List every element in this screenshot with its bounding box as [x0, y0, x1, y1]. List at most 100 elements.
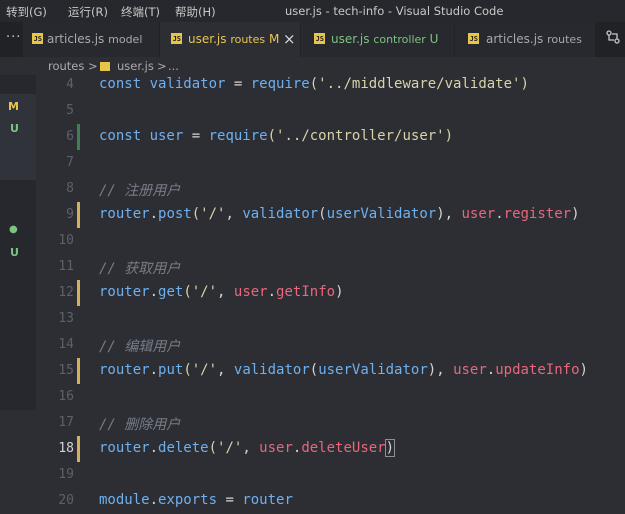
code-token: ('/': [191, 206, 226, 222]
tab-description: routes: [547, 33, 582, 46]
code-line[interactable]: 9 router.post('/', validator(userValidato…: [36, 202, 625, 228]
line-number: 16: [58, 389, 74, 404]
line-number: 12: [58, 285, 74, 300]
code-line[interactable]: 16: [36, 384, 625, 410]
breadcrumb-more[interactable]: ...: [168, 59, 179, 73]
menu-run[interactable]: 运行(R): [68, 4, 108, 20]
code-token: ,: [225, 206, 243, 222]
line-number: 6: [66, 129, 74, 144]
tab-user-controller[interactable]: JS user.js controller U: [301, 22, 454, 57]
dot-marker: ●: [9, 224, 18, 235]
code-token: .: [267, 284, 277, 300]
line-number: 14: [58, 337, 74, 352]
code-token: ('../middleware/validate'): [309, 76, 529, 92]
code-token: ): [571, 206, 580, 222]
code-token: validator: [233, 362, 310, 378]
code-editor[interactable]: 4 const validator = require('../middlewar…: [36, 72, 625, 508]
code-token: exports: [158, 492, 218, 508]
code-token: .: [149, 206, 159, 222]
code-token: userValidator: [326, 206, 437, 222]
code-token: ,: [217, 362, 234, 378]
code-token: router: [99, 440, 150, 456]
tab-filename: articles.js: [47, 32, 105, 46]
code-line[interactable]: 8 // 注册用户: [36, 176, 625, 202]
code-text: // 删除用户: [99, 414, 180, 434]
code-line[interactable]: 11 // 获取用户: [36, 254, 625, 280]
js-file-icon: JS: [32, 33, 43, 44]
code-token: const: [99, 76, 150, 92]
menu-goto[interactable]: 转到(G): [6, 4, 47, 20]
code-token: const: [99, 128, 150, 144]
code-line[interactable]: 6 const user = require('../controller/use…: [36, 124, 625, 150]
code-line[interactable]: 10: [36, 228, 625, 254]
code-token: require: [208, 128, 268, 144]
code-line[interactable]: 5: [36, 98, 625, 124]
tab-user-routes[interactable]: JS user.js routes M ×: [160, 22, 300, 57]
code-token: .: [149, 362, 159, 378]
code-token: // 删除用户: [99, 417, 181, 433]
menu-help[interactable]: 帮助(H): [175, 4, 216, 20]
line-number: 8: [66, 181, 74, 196]
modified-line-indicator: [77, 436, 80, 462]
tab-articles-model[interactable]: JS articles.js model: [23, 22, 159, 57]
title-bar: 转到(G) 运行(R) 终端(T) 帮助(H) user.js - tech-i…: [0, 0, 625, 22]
line-number: 4: [66, 77, 74, 92]
tab-filename: user.js: [331, 32, 370, 46]
code-text: const validator = require('../middleware…: [99, 76, 529, 92]
breadcrumb-folder[interactable]: routes: [48, 59, 84, 73]
line-number: 13: [58, 311, 74, 326]
code-line[interactable]: 17 // 删除用户: [36, 410, 625, 436]
code-line[interactable]: 14 // 编辑用户: [36, 332, 625, 358]
breadcrumb-file[interactable]: user.js: [117, 59, 154, 73]
code-token: ): [335, 284, 344, 300]
line-number: 17: [58, 415, 74, 430]
code-text: // 注册用户: [99, 180, 180, 200]
breadcrumb-separator: >: [88, 59, 98, 73]
code-line[interactable]: 13: [36, 306, 625, 332]
code-text: const user = require('../controller/user…: [99, 128, 453, 144]
code-token: .: [292, 440, 302, 456]
tab-description: routes: [230, 33, 266, 46]
code-token: get: [158, 284, 184, 300]
code-line[interactable]: 15 router.put('/', validator(userValidato…: [36, 358, 625, 384]
code-line[interactable]: 12 router.get('/', user.getInfo): [36, 280, 625, 306]
tab-articles-routes[interactable]: JS articles.js routes: [455, 22, 595, 57]
tab-description: controller: [373, 33, 426, 46]
close-tab-icon[interactable]: ×: [283, 30, 296, 48]
code-text: router.post('/', validator(userValidator…: [99, 206, 580, 222]
line-number: 5: [66, 103, 74, 118]
tab-filename: articles.js: [486, 32, 544, 46]
breadcrumb-separator: >: [157, 59, 167, 73]
more-actions-icon[interactable]: ···: [6, 30, 21, 45]
code-token: require: [250, 76, 310, 92]
source-control-compare-icon[interactable]: [606, 30, 620, 48]
line-number: 7: [66, 155, 74, 170]
code-token: .: [149, 440, 159, 456]
line-number: 9: [66, 207, 74, 222]
code-token: ): [579, 362, 588, 378]
breadcrumb: routes > user.js > ...: [0, 57, 625, 75]
code-token: .: [486, 362, 496, 378]
code-token: updateInfo: [495, 362, 580, 378]
code-token: deleteUser: [301, 440, 386, 456]
code-token: .: [495, 206, 504, 222]
menu-terminal[interactable]: 终端(T): [121, 4, 160, 20]
code-text: router.delete('/', user.deleteUser): [99, 439, 396, 457]
editor-tabs: ··· JS articles.js model JS user.js rout…: [0, 22, 625, 57]
code-token: ('/': [208, 440, 243, 456]
code-line[interactable]: 20 module.exports = router: [36, 488, 625, 514]
code-token: user: [259, 440, 293, 456]
code-token: register: [503, 206, 572, 222]
explorer-git-gutter: M U ● U: [0, 75, 36, 410]
code-line[interactable]: 19: [36, 462, 625, 488]
code-line[interactable]: 7: [36, 150, 625, 176]
code-line[interactable]: 4 const validator = require('../middlewar…: [36, 72, 625, 98]
code-token: =: [183, 128, 209, 144]
modified-line-indicator: [77, 280, 80, 306]
code-token: user: [233, 284, 268, 300]
code-token: .: [149, 284, 159, 300]
code-token: user: [461, 206, 496, 222]
code-line[interactable]: 18 router.delete('/', user.deleteUser): [36, 436, 625, 462]
code-text: router.put('/', validator(userValidator)…: [99, 362, 588, 378]
tab-filename: user.js: [188, 32, 227, 46]
